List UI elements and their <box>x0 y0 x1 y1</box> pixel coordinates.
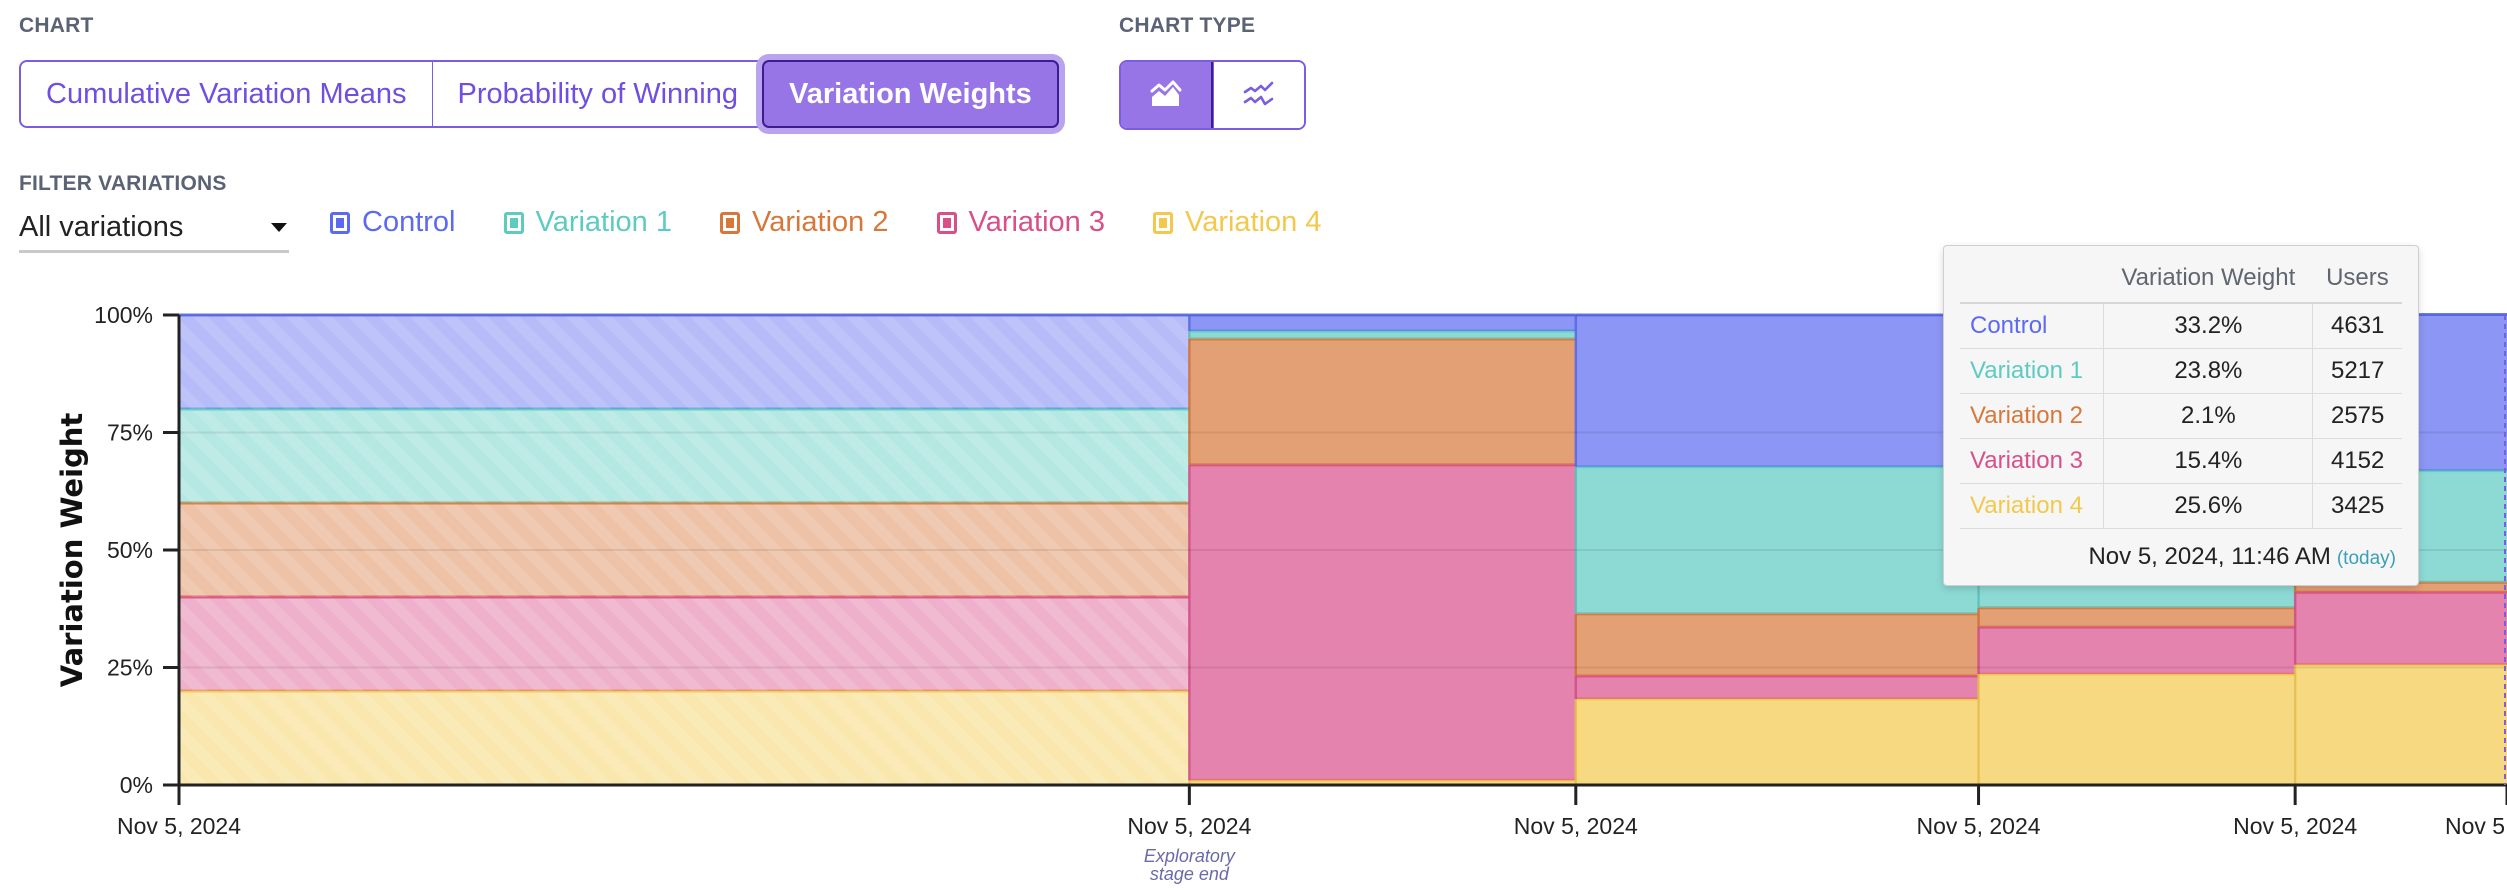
chart-tooltip: Variation Weight Users Control 33.2% 4631 V… <box>1943 245 2419 586</box>
y-tick-label: 50% <box>107 537 153 563</box>
area-fill <box>2295 592 2507 665</box>
area-fill <box>1575 466 1979 614</box>
area-fill <box>1189 315 1576 331</box>
area-segment-control <box>1188 313 1576 331</box>
tooltip-row: Variation 1 23.8% 5217 <box>1960 348 2402 394</box>
area-fill <box>1189 464 1576 781</box>
tooltip-row: Variation 3 15.4% 4152 <box>1960 438 2402 484</box>
tooltip-cell-weight: 33.2% <box>2103 303 2313 349</box>
area-fill <box>1575 315 1979 467</box>
x-tick-label: Nov 5, 2024 <box>117 813 241 839</box>
tooltip-row: Control 33.2% 4631 <box>1960 303 2402 349</box>
x-tick-label: Nov 5, 2024 <box>1514 813 1638 839</box>
area-segment-variation-3 <box>1574 674 1979 699</box>
tooltip-cell-users: 4152 <box>2312 438 2402 484</box>
tooltip-cell-name: Variation 2 <box>1960 393 2104 439</box>
tooltip-cell-users: 3425 <box>2312 483 2402 529</box>
area-segment-variation-1 <box>1188 329 1576 339</box>
area-segment-variation-1 <box>179 407 1190 503</box>
area-stripes <box>179 597 1190 691</box>
tooltip-cell-users: 4631 <box>2312 303 2402 349</box>
tooltip-header-variation <box>1960 256 2104 304</box>
tooltip-cell-name: Variation 1 <box>1960 348 2104 394</box>
exploratory-annotation: Exploratory <box>1144 846 1236 866</box>
tooltip-cell-weight: 2.1% <box>2103 393 2313 439</box>
area-segment-variation-4 <box>179 689 1190 785</box>
area-segment-variation-3 <box>2293 590 2507 665</box>
y-tick-label: 75% <box>107 420 153 446</box>
area-segment-control <box>179 313 1190 409</box>
x-tick-label: Nov 5, 2024 <box>2445 813 2507 839</box>
area-fill <box>1189 338 1576 465</box>
tooltip-cell-weight: 15.4% <box>2103 438 2313 484</box>
tooltip-table: Variation Weight Users Control 33.2% 4631 V… <box>1960 256 2402 529</box>
area-segment-variation-1 <box>1574 465 1979 614</box>
tooltip-cell-name: Control <box>1960 303 2104 349</box>
area-stripes <box>179 315 1190 409</box>
tooltip-cell-name: Variation 4 <box>1960 483 2104 529</box>
x-tick-label: Nov 5, 2024 <box>1127 813 1251 839</box>
y-tick-label: 0% <box>120 772 153 798</box>
tooltip-today-note: (today) <box>2336 548 2396 569</box>
area-fill <box>1575 675 1979 699</box>
area-segment-control <box>1574 313 1979 467</box>
tooltip-date-text: Nov 5, 2024, 11:46 AM <box>2088 543 2331 570</box>
y-axis-title: Variation Weight <box>55 413 89 688</box>
tooltip-row: Variation 2 2.1% 2575 <box>1960 393 2402 439</box>
tooltip-header-weight: Variation Weight <box>2103 256 2313 304</box>
area-fill <box>1978 607 2296 628</box>
area-fill <box>2295 664 2507 785</box>
area-fill <box>1978 674 2296 785</box>
area-segment-variation-3 <box>1188 463 1576 781</box>
area-segment-variation-2 <box>1188 337 1576 465</box>
area-segment-variation-4 <box>2293 663 2507 785</box>
tooltip-cell-weight: 23.8% <box>2103 348 2313 394</box>
tooltip-date: Nov 5, 2024, 11:46 AM (today) <box>1960 529 2402 573</box>
area-fill <box>1575 698 1979 785</box>
x-tick-label: Nov 5, 2024 <box>2233 813 2357 839</box>
tooltip-cell-name: Variation 3 <box>1960 438 2104 484</box>
area-segment-variation-2 <box>1977 606 2296 628</box>
exploratory-annotation: stage end <box>1150 864 1230 884</box>
y-tick-label: 100% <box>94 302 153 328</box>
area-segment-variation-3 <box>179 595 1190 691</box>
tooltip-row: Variation 4 25.6% 3425 <box>1960 483 2402 529</box>
area-stripes <box>179 409 1190 503</box>
x-tick-label: Nov 5, 2024 <box>1917 813 2041 839</box>
tooltip-cell-users: 2575 <box>2312 393 2402 439</box>
area-stripes <box>179 691 1190 785</box>
tooltip-header-users: Users <box>2312 256 2402 304</box>
area-segment-variation-4 <box>1977 672 2296 785</box>
y-tick-label: 25% <box>107 655 153 681</box>
tooltip-cell-users: 5217 <box>2312 348 2402 394</box>
tab-variation-weights[interactable]: Variation Weights <box>762 60 1059 128</box>
tooltip-cell-weight: 25.6% <box>2103 483 2313 529</box>
area-segment-variation-4 <box>1574 697 1979 785</box>
